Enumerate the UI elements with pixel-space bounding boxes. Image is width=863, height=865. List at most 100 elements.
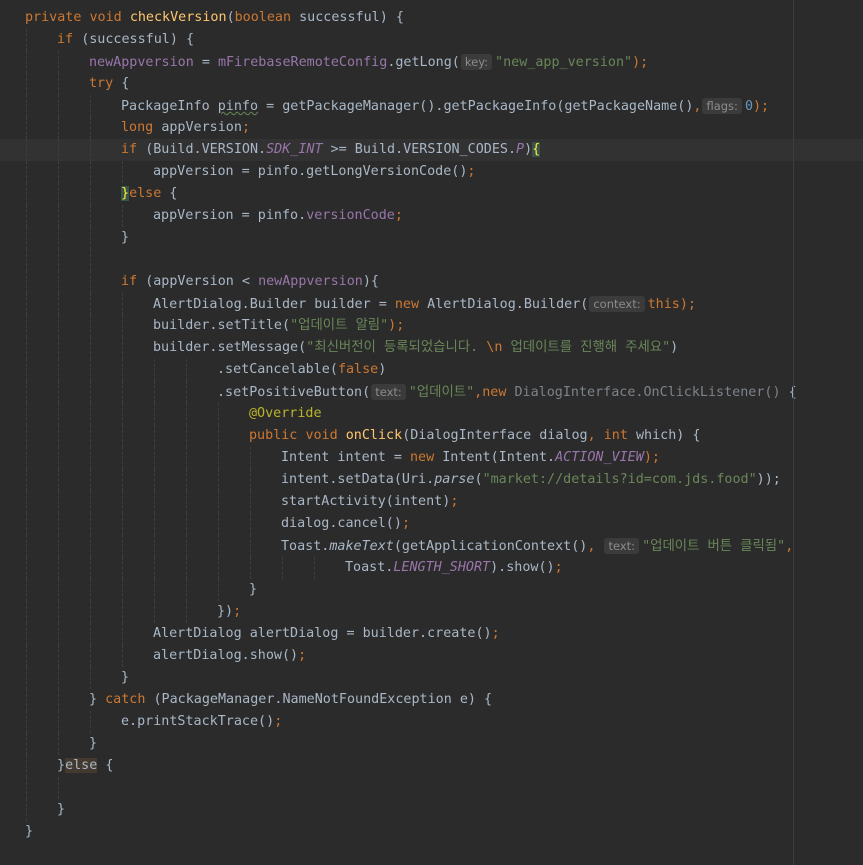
indent-guide	[26, 271, 27, 293]
indent-guide	[26, 623, 27, 645]
indent-guide	[122, 601, 123, 623]
code-line[interactable]: }	[0, 799, 863, 821]
code-text: ));	[756, 472, 781, 487]
code-line[interactable]: appVersion = pinfo.versionCode;	[0, 205, 863, 227]
code-line[interactable]	[0, 777, 863, 799]
indent-guide	[90, 381, 91, 403]
code-line[interactable]: }	[0, 667, 863, 689]
indent-guide	[26, 249, 27, 271]
code-line[interactable]: Intent intent = new Intent(Intent.ACTION…	[0, 447, 863, 469]
keyword-token: new	[410, 450, 443, 465]
keyword-token: ,	[587, 428, 604, 443]
code-line[interactable]: intent.setData(Uri.parse("market://detai…	[0, 469, 863, 491]
code-line[interactable]: appVersion = pinfo.getLongVersionCode();	[0, 161, 863, 183]
indent-guide	[58, 777, 59, 799]
code-line[interactable]: builder.setMessage("최신버전이 등록되었습니다. \n 업데…	[0, 337, 863, 359]
indent-guide	[26, 535, 27, 557]
indent-guide	[90, 403, 91, 425]
code-line[interactable]: builder.setTitle("업데이트 알림");	[0, 315, 863, 337]
code-lines[interactable]: private void checkVersion(boolean succes…	[0, 7, 863, 843]
indent-guide	[122, 645, 123, 667]
code-line[interactable]: @Override	[0, 403, 863, 425]
code-line[interactable]: dialog.cancel();	[0, 513, 863, 535]
indent-guide	[26, 425, 27, 447]
indent-guide	[186, 447, 187, 469]
code-line[interactable]: PackageInfo pinfo = getPackageManager().…	[0, 95, 863, 117]
code-line[interactable]: }	[0, 579, 863, 601]
code-line[interactable]: }else {	[0, 755, 863, 777]
field-token: versionCode	[306, 208, 395, 223]
code-text: {	[121, 76, 130, 91]
code-line-current[interactable]: if (Build.VERSION.SDK_INT >= Build.VERSI…	[0, 139, 863, 161]
code-line[interactable]: if (appVersion < newAppversion){	[0, 271, 863, 293]
indent-guide	[122, 205, 123, 227]
indent-guide	[122, 535, 123, 557]
indent-guide	[154, 535, 155, 557]
code-line[interactable]: }	[0, 733, 863, 755]
annotation-token: @Override	[249, 406, 322, 421]
code-text: }	[121, 670, 130, 685]
code-text: alertDialog.show()	[153, 648, 299, 663]
indent-guide	[218, 469, 219, 491]
code-text: }	[25, 824, 34, 839]
code-line[interactable]: if (successful) {	[0, 29, 863, 51]
indent-guide	[58, 689, 59, 711]
code-line[interactable]: private void checkVersion(boolean succes…	[0, 7, 863, 29]
code-line[interactable]: newAppversion = mFirebaseRemoteConfig.ge…	[0, 51, 863, 73]
code-text: (getApplicationContext()	[393, 539, 588, 554]
code-line[interactable]: }else {	[0, 183, 863, 205]
indent-guide	[90, 139, 91, 161]
keyword-token: ;	[401, 516, 410, 531]
code-line[interactable]: e.printStackTrace();	[0, 711, 863, 733]
right-margin-guide	[793, 0, 794, 865]
indent-guide	[58, 381, 59, 403]
indent-guide	[250, 447, 251, 469]
number-literal-token: 0	[744, 99, 753, 114]
code-line[interactable]: }	[0, 227, 863, 249]
code-line[interactable]: } catch (PackageManager.NameNotFoundExce…	[0, 689, 863, 711]
code-text: }	[57, 758, 66, 773]
matched-brace-token: }	[121, 186, 130, 201]
code-text: }	[121, 230, 130, 245]
indent-guide	[186, 579, 187, 601]
code-line[interactable]: startActivity(intent);	[0, 491, 863, 513]
indent-guide	[26, 205, 27, 227]
static-method-token: makeText	[329, 539, 394, 554]
code-line[interactable]: public void onClick(DialogInterface dial…	[0, 425, 863, 447]
code-line[interactable]: }	[0, 821, 863, 843]
keyword-token: );	[753, 99, 770, 114]
code-text: (Build.VERSION.	[145, 142, 267, 157]
static-method-token: parse	[434, 472, 475, 487]
code-line[interactable]: .setCancelable(false)	[0, 359, 863, 381]
indent-guide	[58, 337, 59, 359]
code-line[interactable]: alertDialog.show();	[0, 645, 863, 667]
indent-guide	[58, 711, 59, 733]
string-literal-token: "업데이트 버튼 클릭됨"	[642, 539, 786, 554]
code-line[interactable]: long appVersion;	[0, 117, 863, 139]
code-line[interactable]: AlertDialog.Builder builder = new AlertD…	[0, 293, 863, 315]
method-name-token: checkVersion	[129, 10, 227, 25]
code-text: appVersion = pinfo.getLongVersionCode()	[153, 164, 468, 179]
keyword-token: new	[394, 297, 428, 312]
code-line[interactable]: .setPositiveButton(text: "업데이트",new Dialo…	[0, 381, 863, 403]
code-line[interactable]: Toast.LENGTH_SHORT).show();	[0, 557, 863, 579]
code-text: = getPackageManager().getPackageInfo(get…	[258, 99, 694, 114]
indent-guide	[58, 271, 59, 293]
indent-guide	[90, 337, 91, 359]
indent-guide	[26, 227, 27, 249]
indent-guide	[58, 95, 59, 117]
code-line[interactable]: try {	[0, 73, 863, 95]
code-editor[interactable]: private void checkVersion(boolean succes…	[0, 0, 863, 865]
code-line[interactable]: AlertDialog alertDialog = builder.create…	[0, 623, 863, 645]
indent-guide	[218, 403, 219, 425]
code-text: AlertDialog alertDialog = builder.create…	[153, 626, 492, 641]
indent-guide	[58, 733, 59, 755]
method-name-token: onClick	[345, 428, 403, 443]
indent-guide	[26, 557, 27, 579]
code-line[interactable]: Toast.makeText(getApplicationContext(), …	[0, 535, 863, 557]
keyword-token: \n	[486, 340, 503, 355]
indent-guide	[58, 249, 59, 271]
code-line[interactable]	[0, 249, 863, 271]
code-line[interactable]: });	[0, 601, 863, 623]
indent-guide	[90, 469, 91, 491]
